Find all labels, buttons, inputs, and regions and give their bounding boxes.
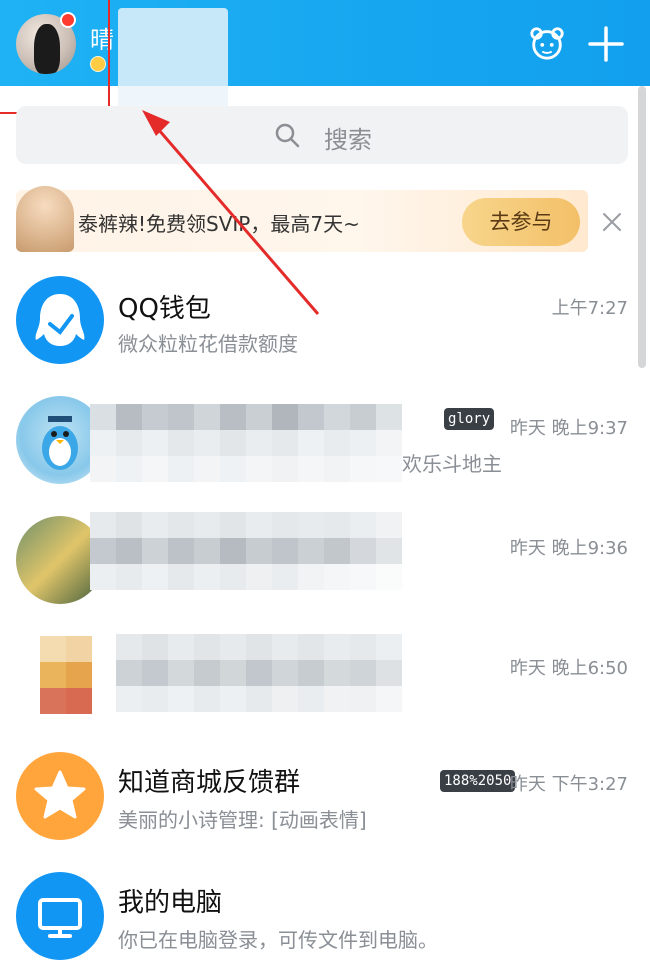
chat-time: 昨天 晚上9:36 (509, 538, 628, 559)
blurred-avatar (40, 636, 92, 714)
chat-time: 昨天 晚上6:50 (509, 658, 628, 679)
star-icon (16, 752, 104, 840)
chat-subtitle: 微众粒粒花借款额度 (118, 332, 298, 356)
blurred-nickname (118, 8, 228, 108)
pet-icon[interactable] (528, 24, 566, 62)
scrollbar[interactable] (638, 86, 646, 368)
plus-icon[interactable] (588, 26, 624, 62)
promo-figure-image (16, 186, 74, 252)
close-icon[interactable] (600, 210, 624, 234)
blurred-chat-title (90, 512, 402, 590)
level-badge: 188%2050 (440, 770, 516, 792)
chat-time: 昨天 下午3:27 (509, 774, 628, 795)
chat-subtitle: 欢乐斗地主 (402, 452, 502, 476)
chat-time: 上午7:27 (551, 298, 628, 319)
qq-wallet-icon (16, 276, 104, 364)
glory-badge: glory (444, 408, 495, 430)
blurred-chat-title (116, 634, 402, 712)
chat-title: 知道商城反馈群 (118, 768, 301, 798)
chat-time: 昨天 晚上9:37 (509, 418, 628, 439)
search-placeholder: 搜索 (324, 126, 372, 154)
chat-subtitle: 你已在电脑登录，可传文件到电脑。 (118, 928, 438, 952)
annotation-arrow (142, 110, 320, 315)
computer-icon (16, 872, 104, 960)
promo-join-button[interactable]: 去参与 (462, 198, 580, 246)
annotation-highlight-box (0, 0, 110, 114)
blurred-chat-title (90, 404, 402, 482)
chat-title: 我的电脑 (118, 888, 223, 918)
chat-subtitle: 美丽的小诗管理: [动画表情] (118, 808, 367, 832)
